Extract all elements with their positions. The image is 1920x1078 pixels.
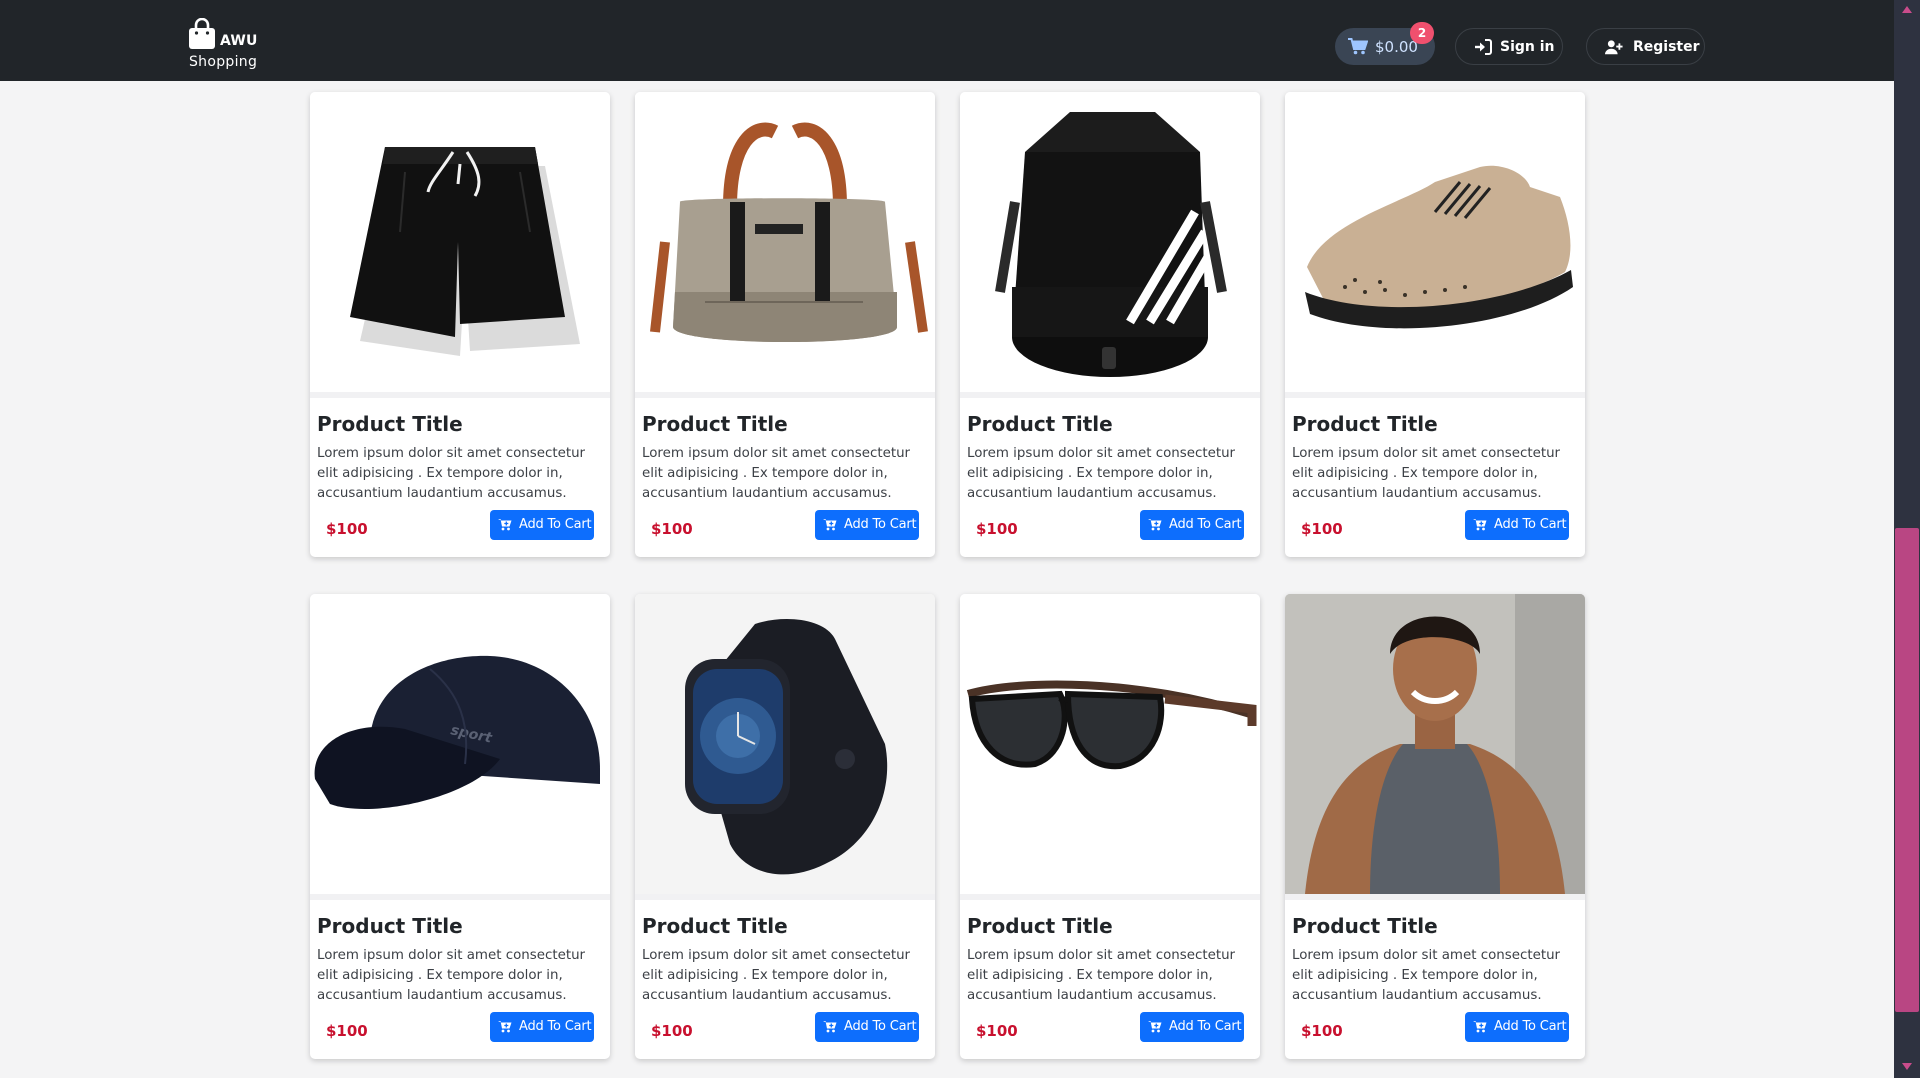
add-to-cart-label: Add To Cart bbox=[844, 517, 917, 532]
product-price: $100 bbox=[326, 1022, 368, 1040]
brand-subtitle: Shopping bbox=[189, 54, 258, 70]
top-navbar: AWU Shopping $0.00 2 Sign in Register bbox=[0, 0, 1894, 81]
product-price: $100 bbox=[1301, 1022, 1343, 1040]
product-title[interactable]: Product Title bbox=[1292, 914, 1438, 938]
product-price: $100 bbox=[976, 1022, 1018, 1040]
sign-in-icon bbox=[1475, 39, 1492, 55]
product-description: Lorem ipsum dolor sit amet consectetur e… bbox=[1292, 948, 1561, 1003]
product-description: Lorem ipsum dolor sit amet consectetur e… bbox=[967, 446, 1236, 501]
product-title[interactable]: Product Title bbox=[317, 914, 463, 938]
add-to-cart-button[interactable]: Add To Cart bbox=[490, 1012, 594, 1042]
brand-name: AWU bbox=[220, 33, 258, 49]
cart-plus-icon bbox=[823, 519, 837, 531]
cart-total: $0.00 bbox=[1375, 38, 1418, 56]
sign-in-button[interactable]: Sign in bbox=[1455, 28, 1563, 65]
product-price: $100 bbox=[651, 520, 693, 538]
cart-plus-icon bbox=[823, 1021, 837, 1033]
product-image-man-tank-top[interactable] bbox=[1285, 594, 1585, 894]
add-to-cart-button[interactable]: Add To Cart bbox=[1465, 1012, 1569, 1042]
cart-plus-icon bbox=[1148, 1021, 1162, 1033]
product-title[interactable]: Product Title bbox=[642, 914, 788, 938]
page-scrollbar[interactable] bbox=[1894, 0, 1920, 1078]
product-description: Lorem ipsum dolor sit amet consectetur e… bbox=[1292, 446, 1561, 501]
product-description: Lorem ipsum dolor sit amet consectetur e… bbox=[317, 446, 586, 501]
product-title[interactable]: Product Title bbox=[967, 412, 1113, 436]
product-price: $100 bbox=[326, 520, 368, 538]
cart-plus-icon bbox=[1148, 519, 1162, 531]
product-description: Lorem ipsum dolor sit amet consectetur e… bbox=[642, 446, 911, 501]
add-to-cart-label: Add To Cart bbox=[1494, 517, 1567, 532]
cart-plus-icon bbox=[1473, 519, 1487, 531]
product-card: Product Title Lorem ipsum dolor sit amet… bbox=[1285, 594, 1585, 1059]
product-image-duffel-bag[interactable] bbox=[635, 92, 935, 392]
add-to-cart-label: Add To Cart bbox=[844, 1019, 917, 1034]
cart-icon bbox=[1348, 38, 1368, 55]
product-description: Lorem ipsum dolor sit amet consectetur e… bbox=[642, 948, 911, 1003]
product-title[interactable]: Product Title bbox=[967, 914, 1113, 938]
product-title[interactable]: Product Title bbox=[1292, 412, 1438, 436]
product-image-sport-cap[interactable]: sport bbox=[310, 594, 610, 894]
cart-plus-icon bbox=[498, 1021, 512, 1033]
scrollbar-thumb[interactable] bbox=[1895, 528, 1919, 1012]
add-to-cart-button[interactable]: Add To Cart bbox=[490, 510, 594, 540]
product-image-drawstring-backpack[interactable] bbox=[960, 92, 1260, 392]
product-title[interactable]: Product Title bbox=[642, 412, 788, 436]
cart-count-badge: 2 bbox=[1410, 22, 1434, 44]
product-card: Product Title Lorem ipsum dolor sit amet… bbox=[960, 594, 1260, 1059]
add-to-cart-label: Add To Cart bbox=[519, 517, 592, 532]
product-image-black-shorts[interactable] bbox=[310, 92, 610, 392]
product-description: Lorem ipsum dolor sit amet consectetur e… bbox=[967, 948, 1236, 1003]
cart-plus-icon bbox=[498, 519, 512, 531]
sign-in-label: Sign in bbox=[1500, 39, 1555, 55]
add-to-cart-button[interactable]: Add To Cart bbox=[815, 510, 919, 540]
add-to-cart-button[interactable]: Add To Cart bbox=[1140, 510, 1244, 540]
product-card: Product Title Lorem ipsum dolor sit amet… bbox=[635, 92, 935, 557]
add-to-cart-button[interactable]: Add To Cart bbox=[815, 1012, 919, 1042]
product-price: $100 bbox=[1301, 520, 1343, 538]
brand-logo[interactable]: AWU Shopping bbox=[188, 18, 268, 73]
product-image-knit-sneaker[interactable] bbox=[1285, 92, 1585, 392]
add-to-cart-label: Add To Cart bbox=[1494, 1019, 1567, 1034]
product-image-sunglasses[interactable] bbox=[960, 594, 1260, 894]
scroll-up-arrow-icon[interactable] bbox=[1902, 6, 1912, 13]
product-image-smart-watch[interactable] bbox=[635, 594, 935, 894]
product-card: sport Product Title Lorem ipsum dolor si… bbox=[310, 594, 610, 1059]
add-to-cart-button[interactable]: Add To Cart bbox=[1140, 1012, 1244, 1042]
add-to-cart-label: Add To Cart bbox=[1169, 1019, 1242, 1034]
product-card: Product Title Lorem ipsum dolor sit amet… bbox=[1285, 92, 1585, 557]
product-title[interactable]: Product Title bbox=[317, 412, 463, 436]
product-price: $100 bbox=[651, 1022, 693, 1040]
product-description: Lorem ipsum dolor sit amet consectetur e… bbox=[317, 948, 586, 1003]
product-price: $100 bbox=[976, 520, 1018, 538]
cart-plus-icon bbox=[1473, 1021, 1487, 1033]
add-to-cart-button[interactable]: Add To Cart bbox=[1465, 510, 1569, 540]
user-plus-icon bbox=[1605, 40, 1623, 55]
register-button[interactable]: Register bbox=[1586, 28, 1705, 65]
product-card: Product Title Lorem ipsum dolor sit amet… bbox=[310, 92, 610, 557]
scroll-down-arrow-icon[interactable] bbox=[1902, 1063, 1912, 1070]
product-card: Product Title Lorem ipsum dolor sit amet… bbox=[635, 594, 935, 1059]
add-to-cart-label: Add To Cart bbox=[519, 1019, 592, 1034]
add-to-cart-label: Add To Cart bbox=[1169, 517, 1242, 532]
register-label: Register bbox=[1633, 39, 1700, 55]
product-card: Product Title Lorem ipsum dolor sit amet… bbox=[960, 92, 1260, 557]
shopping-bag-icon bbox=[189, 18, 215, 49]
